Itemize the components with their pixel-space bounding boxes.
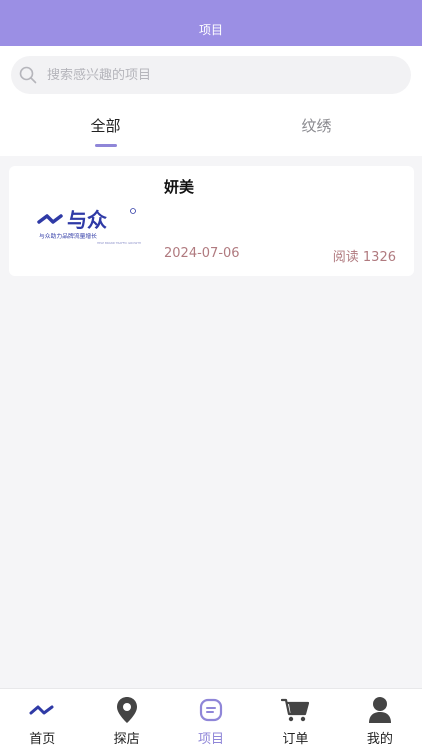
category-tabs: 全部 纹绣: [0, 106, 422, 156]
nav-label: 首页: [29, 732, 56, 747]
tab-active-indicator: [94, 144, 117, 147]
tab-label: 全部: [90, 117, 121, 135]
location-pin-icon: [113, 696, 141, 724]
nav-home[interactable]: 首页: [0, 689, 84, 750]
tab-embroidery[interactable]: 纹绣: [211, 106, 422, 156]
search-input[interactable]: [47, 67, 377, 83]
nav-label: 订单: [282, 732, 309, 747]
project-title: 妍美: [164, 178, 195, 196]
page-title: 项目: [198, 22, 223, 37]
bottom-nav: 首页 探店 项目 订单 我的: [0, 688, 422, 750]
nav-profile[interactable]: 我的: [338, 689, 422, 750]
logo-brand-text: 与众: [67, 208, 107, 232]
project-card[interactable]: 与众 与众助力品牌流量增长 HELP BRAND TRAFFIC GROWTH …: [9, 166, 414, 276]
project-read-count: 阅读 1326: [332, 250, 396, 265]
top-header: 项目: [0, 0, 422, 46]
nav-explore-store[interactable]: 探店: [84, 689, 168, 750]
cart-icon: [281, 696, 310, 724]
logo-tagline-en: HELP BRAND TRAFFIC GROWTH: [97, 241, 141, 245]
user-icon: [366, 696, 394, 724]
tab-all[interactable]: 全部: [0, 106, 211, 156]
project-date: 2024-07-06: [164, 246, 240, 261]
project-icon: [197, 696, 225, 724]
logo-tagline: 与众助力品牌流量增长: [39, 232, 97, 240]
search-area: [0, 46, 422, 106]
nav-label: 探店: [113, 732, 140, 747]
home-logo-icon: [28, 696, 56, 724]
brand-logo: 与众 与众助力品牌流量增长 HELP BRAND TRAFFIC GROWTH: [37, 204, 147, 246]
search-box[interactable]: [11, 56, 411, 94]
tab-label: 纹绣: [301, 117, 332, 135]
nav-projects[interactable]: 项目: [169, 689, 253, 750]
nav-orders[interactable]: 订单: [253, 689, 337, 750]
search-icon: [19, 66, 37, 84]
nav-label: 项目: [198, 732, 225, 747]
nav-label: 我的: [366, 732, 393, 747]
